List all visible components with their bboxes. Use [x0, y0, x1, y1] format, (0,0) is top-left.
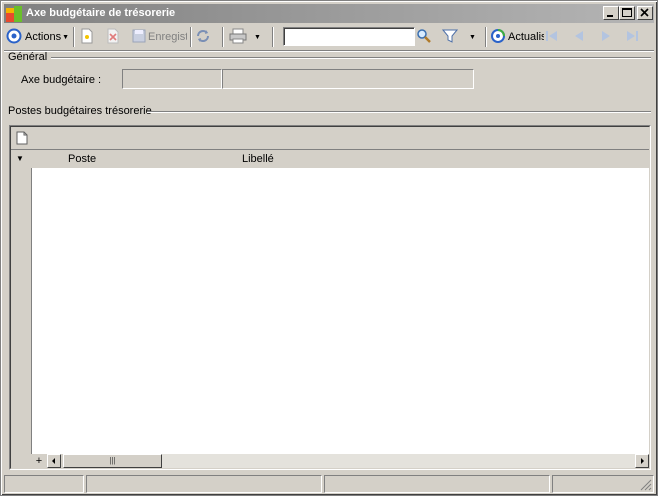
new-button[interactable] [79, 27, 97, 47]
status-cell [552, 475, 654, 493]
previous-record-button[interactable] [571, 27, 591, 47]
postes-group-title: Postes budgétaires trésorerie [8, 105, 152, 117]
actions-label: Actions [25, 31, 62, 43]
toolbar-separator [222, 27, 224, 47]
arrow-right-icon [641, 458, 644, 464]
filter-menu-button[interactable]: ▼ [442, 27, 482, 47]
delete-icon [105, 28, 121, 47]
row-header-column [11, 168, 32, 454]
toolbar-separator [190, 27, 192, 47]
save-icon [131, 28, 147, 47]
funnel-icon [442, 28, 459, 47]
document-icon [16, 131, 28, 148]
next-record-icon [598, 28, 614, 47]
scroll-left-button[interactable] [47, 454, 61, 468]
grid-group-panel [11, 127, 649, 150]
minimize-button[interactable] [603, 6, 619, 20]
save-button[interactable]: Enregist [131, 27, 187, 47]
status-cell [4, 475, 84, 493]
new-document-icon [79, 28, 95, 47]
grid-frame: ▼ Poste Libellé + ||| [10, 126, 650, 469]
magnifier-icon [416, 28, 432, 47]
scroll-right-button[interactable] [635, 454, 649, 468]
window-title: Axe budgétaire de trésorerie [26, 7, 176, 19]
group-divider [147, 111, 651, 113]
app-logo-icon [6, 6, 22, 22]
first-record-button[interactable] [544, 27, 564, 47]
chevron-down-icon: ▼ [62, 33, 70, 41]
scroll-thumb[interactable]: ||| [63, 454, 162, 468]
resize-grip-icon[interactable] [640, 479, 652, 494]
add-row-button[interactable]: + [32, 454, 46, 468]
print-menu-button[interactable]: ▼ [229, 27, 269, 47]
column-header-libelle[interactable]: Libellé [242, 153, 274, 165]
row-selector-dropdown-icon[interactable]: ▼ [16, 154, 24, 163]
previous-record-icon [571, 28, 587, 47]
app-window: Axe budgétaire de trésorerie Actions ▼ E… [0, 0, 658, 496]
group-divider [51, 57, 651, 59]
axis-name-field[interactable] [222, 69, 474, 89]
first-record-icon [544, 28, 560, 47]
print-icon [229, 28, 247, 47]
arrow-left-icon [52, 458, 55, 464]
axis-label: Axe budgétaire : [21, 74, 102, 86]
chevron-down-icon: ▼ [469, 33, 476, 41]
search-button[interactable] [416, 27, 434, 47]
refresh-label: Actualis [508, 31, 544, 43]
title-bar[interactable]: Axe budgétaire de trésorerie [4, 4, 654, 23]
toolbar-divider [4, 50, 654, 52]
actions-menu-button[interactable]: Actions ▼ [6, 27, 70, 47]
sync-icon [195, 28, 211, 47]
close-button[interactable] [637, 6, 653, 20]
actions-circle-icon [6, 28, 22, 47]
status-cell [86, 475, 322, 493]
refresh-button[interactable]: Actualis [490, 27, 544, 47]
general-group-title: Général [8, 51, 48, 63]
postes-grid[interactable]: ▼ Poste Libellé + ||| [9, 125, 651, 470]
delete-button[interactable] [105, 27, 123, 47]
sync-button[interactable] [195, 27, 215, 47]
chevron-down-icon: ▼ [254, 33, 261, 41]
toolbar-separator [272, 27, 274, 47]
status-bar [4, 474, 654, 493]
last-record-button[interactable] [624, 27, 644, 47]
maximize-button[interactable] [619, 6, 635, 20]
save-label: Enregist [148, 31, 187, 43]
toolbar-separator [485, 27, 487, 47]
column-header-poste[interactable]: Poste [68, 153, 96, 165]
grid-column-header: ▼ Poste Libellé [11, 150, 649, 168]
refresh-icon [490, 28, 506, 47]
toolbar-separator [73, 27, 75, 47]
toolbar: Actions ▼ Enregist ▼ ▼ Actualis [4, 25, 654, 49]
axis-code-field[interactable] [122, 69, 222, 89]
last-record-icon [624, 28, 640, 47]
status-cell [324, 475, 550, 493]
next-record-button[interactable] [598, 27, 618, 47]
horizontal-scrollbar[interactable]: + ||| [11, 454, 649, 469]
search-input[interactable] [283, 27, 415, 46]
